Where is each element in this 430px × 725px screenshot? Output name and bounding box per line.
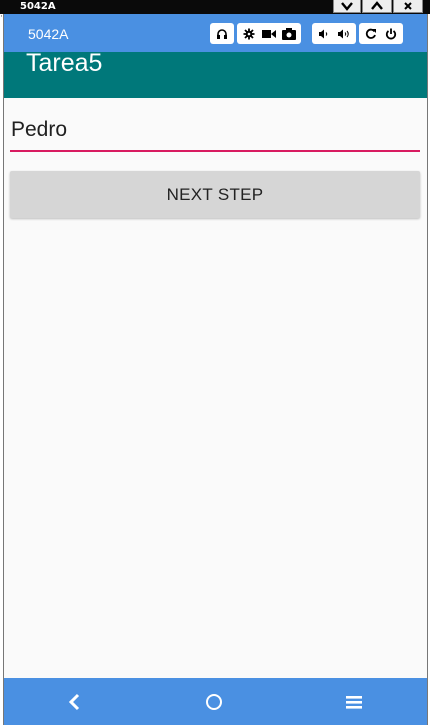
volume-tool-group [312, 23, 356, 44]
menu-icon [346, 695, 362, 709]
home-button[interactable] [184, 678, 244, 725]
emulator-toolbar: 5042A [4, 14, 427, 52]
rotate-icon [365, 28, 376, 39]
power-button[interactable] [381, 23, 401, 44]
screenshot-button[interactable] [279, 23, 299, 44]
minimize-button[interactable] [333, 0, 361, 13]
gear-icon [243, 28, 255, 39]
power-icon [385, 28, 397, 39]
device-tool-group [237, 23, 301, 44]
device-name: 5042A [28, 26, 69, 42]
navigation-bar [4, 678, 427, 725]
rotate-button[interactable] [361, 23, 381, 44]
back-button[interactable] [45, 678, 105, 725]
chevron-down-icon [341, 2, 353, 11]
name-field-underline [10, 150, 420, 152]
emulator-frame: 5042A Tarea5 Pedro NEXT STEP [3, 14, 428, 725]
camera-icon [282, 27, 296, 40]
audio-tool-group [210, 23, 234, 44]
headphones-button[interactable] [212, 23, 232, 44]
name-field-value: Pedro [11, 118, 68, 141]
name-field[interactable]: Pedro [10, 114, 420, 154]
back-icon [68, 693, 80, 710]
volume-down-icon [319, 29, 328, 38]
volume-up-button[interactable] [334, 23, 354, 44]
window-title: 5042A [20, 1, 56, 12]
app-title: Tarea5 [26, 49, 103, 77]
volume-down-button[interactable] [314, 23, 334, 44]
video-camera-icon [262, 29, 276, 38]
menu-button[interactable] [324, 678, 384, 725]
power-tool-group [359, 23, 403, 44]
chevron-up-icon [371, 1, 383, 10]
window-title-bar: 5042A [0, 0, 430, 14]
volume-up-icon [338, 29, 349, 38]
screen-record-button[interactable] [259, 23, 279, 44]
close-icon [404, 2, 412, 10]
headphones-icon [217, 28, 227, 39]
home-icon [206, 693, 222, 710]
maximize-button[interactable] [362, 0, 392, 13]
settings-button[interactable] [239, 23, 259, 44]
next-step-button[interactable]: NEXT STEP [10, 171, 420, 218]
app-toolbar: Tarea5 [4, 49, 427, 98]
close-button[interactable] [393, 0, 423, 13]
